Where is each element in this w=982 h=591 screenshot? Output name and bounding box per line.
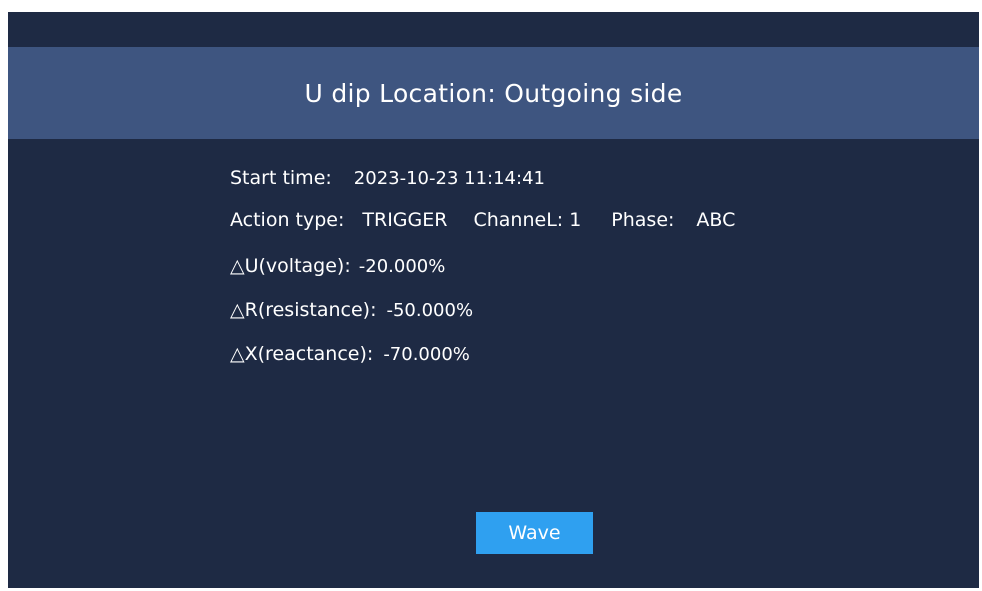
resistance-label: △R(resistance):: [230, 299, 377, 321]
reactance-label: △X(reactance):: [230, 343, 374, 365]
action-type-value: TRIGGER: [362, 209, 448, 231]
start-time-value: 2023-10-23 11:14:41: [353, 168, 545, 189]
page-title: U dip Location: Outgoing side: [304, 78, 683, 108]
start-time-label: Start time:: [230, 167, 332, 189]
action-type-row: Action type: TRIGGER ChanneL: 1 Phase: A…: [230, 209, 735, 231]
wave-button[interactable]: Wave: [476, 512, 593, 554]
resistance-row: △R(resistance): -50.000%: [230, 299, 473, 321]
channel-label: ChanneL:: [473, 209, 564, 231]
voltage-label: △U(voltage):: [230, 255, 351, 277]
start-time-row: Start time: 2023-10-23 11:14:41: [230, 167, 545, 189]
phase-value: ABC: [696, 209, 736, 231]
voltage-row: △U(voltage): -20.000%: [230, 255, 445, 277]
voltage-value: -20.000%: [358, 256, 446, 277]
action-type-label: Action type:: [230, 209, 345, 231]
reactance-value: -70.000%: [383, 344, 470, 365]
phase-label: Phase:: [611, 209, 675, 231]
title-bar: U dip Location: Outgoing side: [8, 47, 979, 139]
channel-value: 1: [569, 209, 582, 231]
reactance-row: △X(reactance): -70.000%: [230, 343, 470, 365]
event-detail-panel: U dip Location: Outgoing side Start time…: [8, 12, 979, 588]
resistance-value: -50.000%: [386, 300, 474, 321]
